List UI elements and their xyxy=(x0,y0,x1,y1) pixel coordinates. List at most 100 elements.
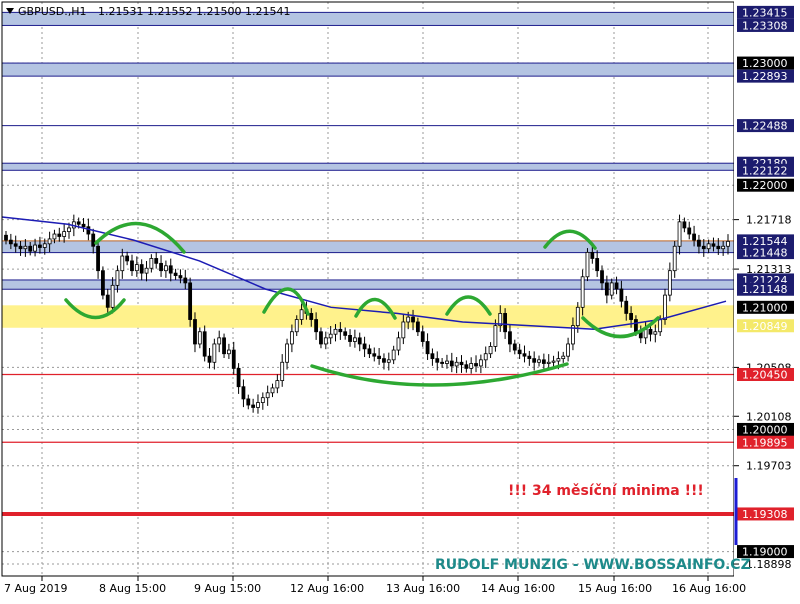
candle-bull xyxy=(653,331,658,335)
candle-bull xyxy=(546,361,551,364)
candle-bull xyxy=(120,255,125,272)
candle-bull xyxy=(551,360,556,363)
candle-bear xyxy=(532,358,537,363)
candle-bear xyxy=(614,282,619,290)
candle-bull xyxy=(537,359,541,363)
candle-bear xyxy=(173,272,178,276)
candle-bear xyxy=(430,353,435,360)
candle-bull xyxy=(67,227,71,233)
candle-bull xyxy=(488,345,493,355)
candle-bear xyxy=(600,270,604,284)
candle-bull xyxy=(401,321,406,339)
candle-bear xyxy=(382,358,386,363)
candle-bull xyxy=(260,397,265,403)
candle-bear xyxy=(503,313,508,333)
candle-bull xyxy=(667,270,672,296)
candle-bear xyxy=(449,360,454,367)
candle-bull xyxy=(197,331,202,345)
candle-bear xyxy=(202,331,207,357)
candle-bear xyxy=(624,300,629,314)
candle-bear xyxy=(682,221,687,229)
candle-bear xyxy=(367,348,372,355)
candle-bull xyxy=(726,240,730,247)
chart-window: GBPUSD.,H1 1.21531 1.21552 1.21500 1.215… xyxy=(0,0,800,600)
candle-bear xyxy=(139,264,144,274)
candle-bear xyxy=(81,223,86,228)
price-tag-label: 1.23415 xyxy=(742,6,788,19)
candle-bull xyxy=(256,402,260,408)
candle-bull xyxy=(706,243,711,250)
candle-bear xyxy=(28,245,33,252)
candle-bear xyxy=(76,221,81,225)
candle-bear xyxy=(8,239,13,245)
price-tick-label: 1.18898 xyxy=(746,558,792,571)
candle-bull xyxy=(323,337,328,345)
candle-bull xyxy=(469,363,474,369)
price-tag-label: 1.22122 xyxy=(742,164,788,177)
candle-bear xyxy=(105,294,110,308)
candle-bear xyxy=(459,361,464,366)
candle-bear xyxy=(343,331,348,336)
candle-bear xyxy=(246,398,251,406)
candle-bear xyxy=(125,255,130,262)
time-tick-label: 9 Aug 15:00 xyxy=(194,582,261,595)
candle-bear xyxy=(362,343,367,350)
candle-bull xyxy=(609,282,614,296)
candle-bear xyxy=(86,226,91,235)
candle-bear xyxy=(178,275,183,279)
candle-bull xyxy=(144,267,149,274)
candle-bull xyxy=(110,284,115,308)
candle-bull xyxy=(299,309,304,320)
price-tick-label: 1.19703 xyxy=(746,460,792,473)
candle-bear xyxy=(527,355,532,360)
candle-bull xyxy=(226,349,231,355)
candle-bear xyxy=(372,353,377,357)
candle-bull xyxy=(663,294,667,320)
candle-bull xyxy=(721,245,726,250)
candle-bull xyxy=(328,333,333,339)
candle-bear xyxy=(241,386,246,400)
annotation-34-month-low: !!! 34 měsíční minima !!! xyxy=(508,483,704,499)
candle-bear xyxy=(634,319,638,333)
candle-bull xyxy=(483,353,488,361)
price-chart[interactable]: GBPUSD.,H1 1.21531 1.21552 1.21500 1.215… xyxy=(0,0,800,600)
candle-bull xyxy=(556,358,561,362)
candle-bear xyxy=(474,363,478,367)
candle-bear xyxy=(604,282,609,296)
candle-bull xyxy=(265,392,270,399)
candle-bear xyxy=(648,328,653,335)
candle-bear xyxy=(541,359,546,364)
candle-bull xyxy=(149,258,154,269)
candle-bear xyxy=(512,343,517,351)
candle-bear xyxy=(420,331,425,342)
candle-bull xyxy=(62,231,67,237)
candle-bear xyxy=(236,367,241,388)
candle-bear xyxy=(415,321,420,333)
candle-bull xyxy=(217,337,222,345)
candle-bull xyxy=(478,359,483,367)
time-tick-label: 8 Aug 15:00 xyxy=(99,582,166,595)
candle-bear xyxy=(168,265,173,274)
symbol-header: GBPUSD.,H1 1.21531 1.21552 1.21500 1.215… xyxy=(6,5,290,18)
candle-bull xyxy=(285,343,289,363)
candle-bull xyxy=(575,306,580,327)
price-tag-label: 1.22000 xyxy=(742,179,788,192)
watermark: RUDOLF MUNZIG - WWW.BOSSAINFO.CZ xyxy=(435,557,751,573)
candle-bear xyxy=(338,328,343,333)
candle-bull xyxy=(275,380,280,389)
price-tag-label: 1.21000 xyxy=(742,301,788,314)
candle-bull xyxy=(270,387,275,394)
candle-bear xyxy=(522,353,527,357)
candle-bull xyxy=(561,355,566,360)
price-axis[interactable]: 1.217181.213131.205081.201081.197031.188… xyxy=(734,0,800,600)
candle-bear xyxy=(595,258,600,272)
price-tag-label: 1.19895 xyxy=(742,436,788,449)
candle-bull xyxy=(658,319,663,333)
price-zone xyxy=(1,162,735,171)
candle-bull xyxy=(333,328,338,335)
candle-bull xyxy=(580,276,585,308)
candle-bear xyxy=(13,243,18,247)
candle-bull xyxy=(47,238,52,245)
candle-bear xyxy=(411,316,415,323)
candle-bear xyxy=(425,341,430,355)
